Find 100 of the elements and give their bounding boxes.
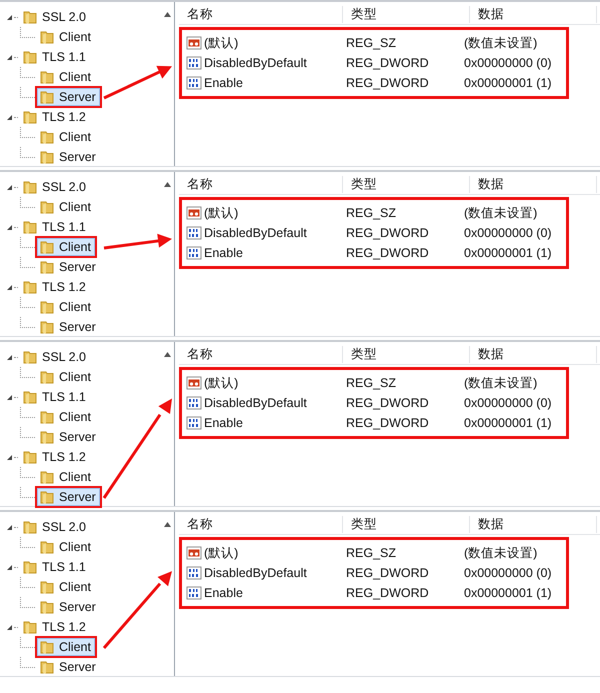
value-name: DisabledByDefault [204,566,307,580]
expand-toggle[interactable] [6,354,14,360]
expand-toggle[interactable] [6,184,14,190]
value-type: REG_SZ [346,546,398,560]
expand-toggle[interactable] [6,14,14,20]
value-type: REG_SZ [346,36,398,50]
value-data: 0x00000000 (0) [464,396,552,410]
column-header[interactable]: 数据 [470,516,597,532]
folder-icon [39,69,55,85]
column-header[interactable]: 名称 [179,516,343,532]
tree-item[interactable]: Client [35,196,97,218]
tree-item[interactable]: SSL 2.0 [18,346,92,368]
tree-item[interactable]: Client [35,366,97,388]
arrow [103,66,172,100]
expand-toggle[interactable] [6,624,14,630]
tree-item[interactable]: TLS 1.1 [18,556,92,578]
column-header[interactable]: 数据 [470,176,597,192]
value-name: (默认) [204,204,238,222]
tree-item[interactable]: TLS 1.1 [18,386,92,408]
tree-item[interactable]: TLS 1.1 [18,46,92,68]
arrow [104,234,172,250]
tree-item[interactable]: SSL 2.0 [18,516,92,538]
column-header[interactable]: 类型 [343,6,470,22]
column-header[interactable]: 类型 [343,346,470,362]
expand-toggle[interactable] [6,284,14,290]
folder-icon [39,29,55,45]
scroll-up-icon[interactable] [164,12,170,17]
scroll-up-icon[interactable] [164,182,170,187]
column-header[interactable]: 类型 [343,516,470,532]
scroll-up-icon[interactable] [164,522,170,527]
scroll-up-icon[interactable] [164,352,170,357]
value-name: DisabledByDefault [204,56,307,70]
value-data: (数值未设置) [464,544,538,562]
tree-item[interactable]: TLS 1.1 [18,216,92,238]
tree-item[interactable]: Client [35,236,97,258]
value-type: REG_DWORD [346,246,430,260]
tree-item[interactable]: Server [35,486,102,508]
binary-value-icon [186,225,202,241]
expand-toggle[interactable] [6,114,14,120]
folder-icon [39,239,55,255]
folder-icon [39,299,55,315]
folder-icon [39,539,55,555]
column-header[interactable]: 数据 [470,346,597,362]
column-header[interactable]: 名称 [179,346,343,362]
value-name: DisabledByDefault [204,226,307,240]
expand-toggle[interactable] [6,224,14,230]
value-data: 0x00000000 (0) [464,566,552,580]
expand-toggle[interactable] [6,394,14,400]
tree-item[interactable]: Client [35,536,97,558]
folder-icon [22,519,38,535]
tree-item[interactable]: Client [35,466,97,488]
tree-item[interactable]: TLS 1.2 [18,276,92,298]
column-header[interactable]: 数据 [470,6,597,22]
tree-item[interactable]: Server [35,146,102,168]
folder-icon [22,219,38,235]
tree-item[interactable]: TLS 1.2 [18,616,92,638]
expand-toggle[interactable] [6,564,14,570]
tree-item[interactable]: TLS 1.2 [18,106,92,128]
value-type: REG_DWORD [346,56,430,70]
expand-toggle[interactable] [6,54,14,60]
folder-icon [22,389,38,405]
tree-item[interactable]: Server [35,316,102,338]
folder-icon [39,639,55,655]
value-data: (数值未设置) [464,204,538,222]
tree-item[interactable]: Server [35,256,102,278]
tree-item[interactable]: Server [35,426,102,448]
binary-value-icon [186,565,202,581]
column-header[interactable]: 名称 [179,6,343,22]
folder-icon [39,409,55,425]
binary-value-icon [186,415,202,431]
tree-item[interactable]: Client [35,296,97,318]
tree-item[interactable]: Client [35,126,97,148]
value-name: (默认) [204,374,238,392]
tree-item[interactable]: Server [35,596,102,618]
tree-item[interactable]: Client [35,26,97,48]
tree-item[interactable]: TLS 1.2 [18,446,92,468]
expand-toggle[interactable] [6,524,14,530]
value-name: DisabledByDefault [204,396,307,410]
column-header[interactable]: 名称 [179,176,343,192]
tree-item[interactable]: Client [35,576,97,598]
value-type: REG_SZ [346,206,398,220]
value-name: (默认) [204,34,238,52]
tree-item[interactable]: Server [35,656,102,678]
column-header[interactable]: 类型 [343,176,470,192]
expand-toggle[interactable] [6,454,14,460]
folder-icon [39,319,55,335]
tree-item[interactable]: SSL 2.0 [18,6,92,28]
tree-item[interactable]: Client [35,406,97,428]
tree-item[interactable]: Client [35,66,97,88]
tree-item[interactable]: SSL 2.0 [18,176,92,198]
value-type: REG_DWORD [346,396,430,410]
tree-item[interactable]: Client [35,636,97,658]
value-name: Enable [204,246,243,260]
tree-item[interactable]: Server [35,86,102,108]
value-name: Enable [204,586,243,600]
folder-icon [39,259,55,275]
value-type: REG_DWORD [346,416,430,430]
value-type: REG_DWORD [346,586,430,600]
folder-icon [39,369,55,385]
value-data: 0x00000001 (1) [464,246,552,260]
